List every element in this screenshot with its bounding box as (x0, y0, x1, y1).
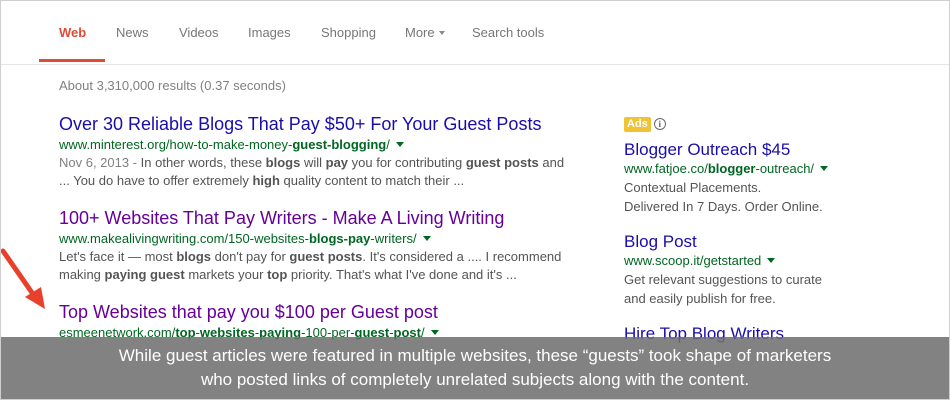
result-url: www.minterest.org/how-to-make-money-gues… (59, 136, 559, 154)
ad-title-link[interactable]: Blog Post (624, 231, 924, 252)
result-title-link[interactable]: Over 30 Reliable Blogs That Pay $50+ For… (59, 113, 559, 135)
dropdown-arrow-icon[interactable] (430, 330, 439, 336)
tab-web[interactable]: Web (59, 25, 86, 40)
tab-more[interactable]: More (405, 25, 445, 40)
ad-description: Get relevant suggestions to curate (624, 272, 823, 287)
result-url: www.makealivingwriting.com/150-websites-… (59, 230, 559, 248)
ad-title-link[interactable]: Blogger Outreach $45 (624, 139, 924, 160)
tab-images[interactable]: Images (248, 25, 291, 40)
ad-url: www.scoop.it/getstarted (624, 252, 924, 270)
ad-description: Contextual Placements. (624, 180, 762, 195)
ads-label: Ads i (624, 117, 666, 132)
ad-item: Blog Post www.scoop.it/getstarted Get re… (624, 231, 924, 308)
search-result: Top Websites that pay you $100 per Guest… (59, 301, 559, 342)
result-snippet: Nov 6, 2013 - In other words, these blog… (59, 155, 565, 170)
info-icon[interactable]: i (653, 118, 666, 131)
chevron-down-icon (438, 30, 445, 35)
red-arrow-icon (1, 248, 45, 309)
tab-search-tools[interactable]: Search tools (472, 25, 544, 40)
image-caption: While guest articles were featured in mu… (1, 337, 949, 399)
tab-videos[interactable]: Videos (179, 25, 219, 40)
ad-description: and easily publish for free. (624, 291, 776, 306)
result-stats: About 3,310,000 results (0.37 seconds) (59, 78, 286, 93)
result-title-link[interactable]: 100+ Websites That Pay Writers - Make A … (59, 207, 559, 229)
search-result: 100+ Websites That Pay Writers - Make A … (59, 207, 562, 284)
dropdown-arrow-icon[interactable] (395, 142, 404, 148)
dropdown-arrow-icon[interactable] (820, 166, 829, 172)
dropdown-arrow-icon[interactable] (767, 258, 776, 264)
search-tabs: Web News Videos Images Shopping More Sea… (1, 1, 949, 65)
search-result: Over 30 Reliable Blogs That Pay $50+ For… (59, 113, 565, 190)
active-tab-underline (39, 59, 105, 62)
tab-more-label: More (405, 25, 435, 40)
search-results-frame: Web News Videos Images Shopping More Sea… (0, 0, 950, 400)
ad-item: Blogger Outreach $45 www.fatjoe.co/blogg… (624, 139, 924, 216)
result-snippet: Let's face it — most blogs don't pay for… (59, 249, 562, 264)
tab-shopping[interactable]: Shopping (321, 25, 376, 40)
ads-badge: Ads (624, 117, 651, 132)
result-snippet: ... You do have to offer extremely high … (59, 173, 465, 188)
dropdown-arrow-icon[interactable] (422, 236, 431, 242)
caption-line: While guest articles were featured in mu… (118, 346, 832, 365)
ad-url: www.fatjoe.co/blogger-outreach/ (624, 160, 924, 178)
ad-description: Delivered In 7 Days. Order Online. (624, 199, 823, 214)
result-snippet: making paying guest markets your top pri… (59, 267, 517, 282)
tab-news[interactable]: News (116, 25, 149, 40)
result-title-link[interactable]: Top Websites that pay you $100 per Guest… (59, 301, 559, 323)
caption-line: who posted links of completely unrelated… (200, 370, 750, 389)
